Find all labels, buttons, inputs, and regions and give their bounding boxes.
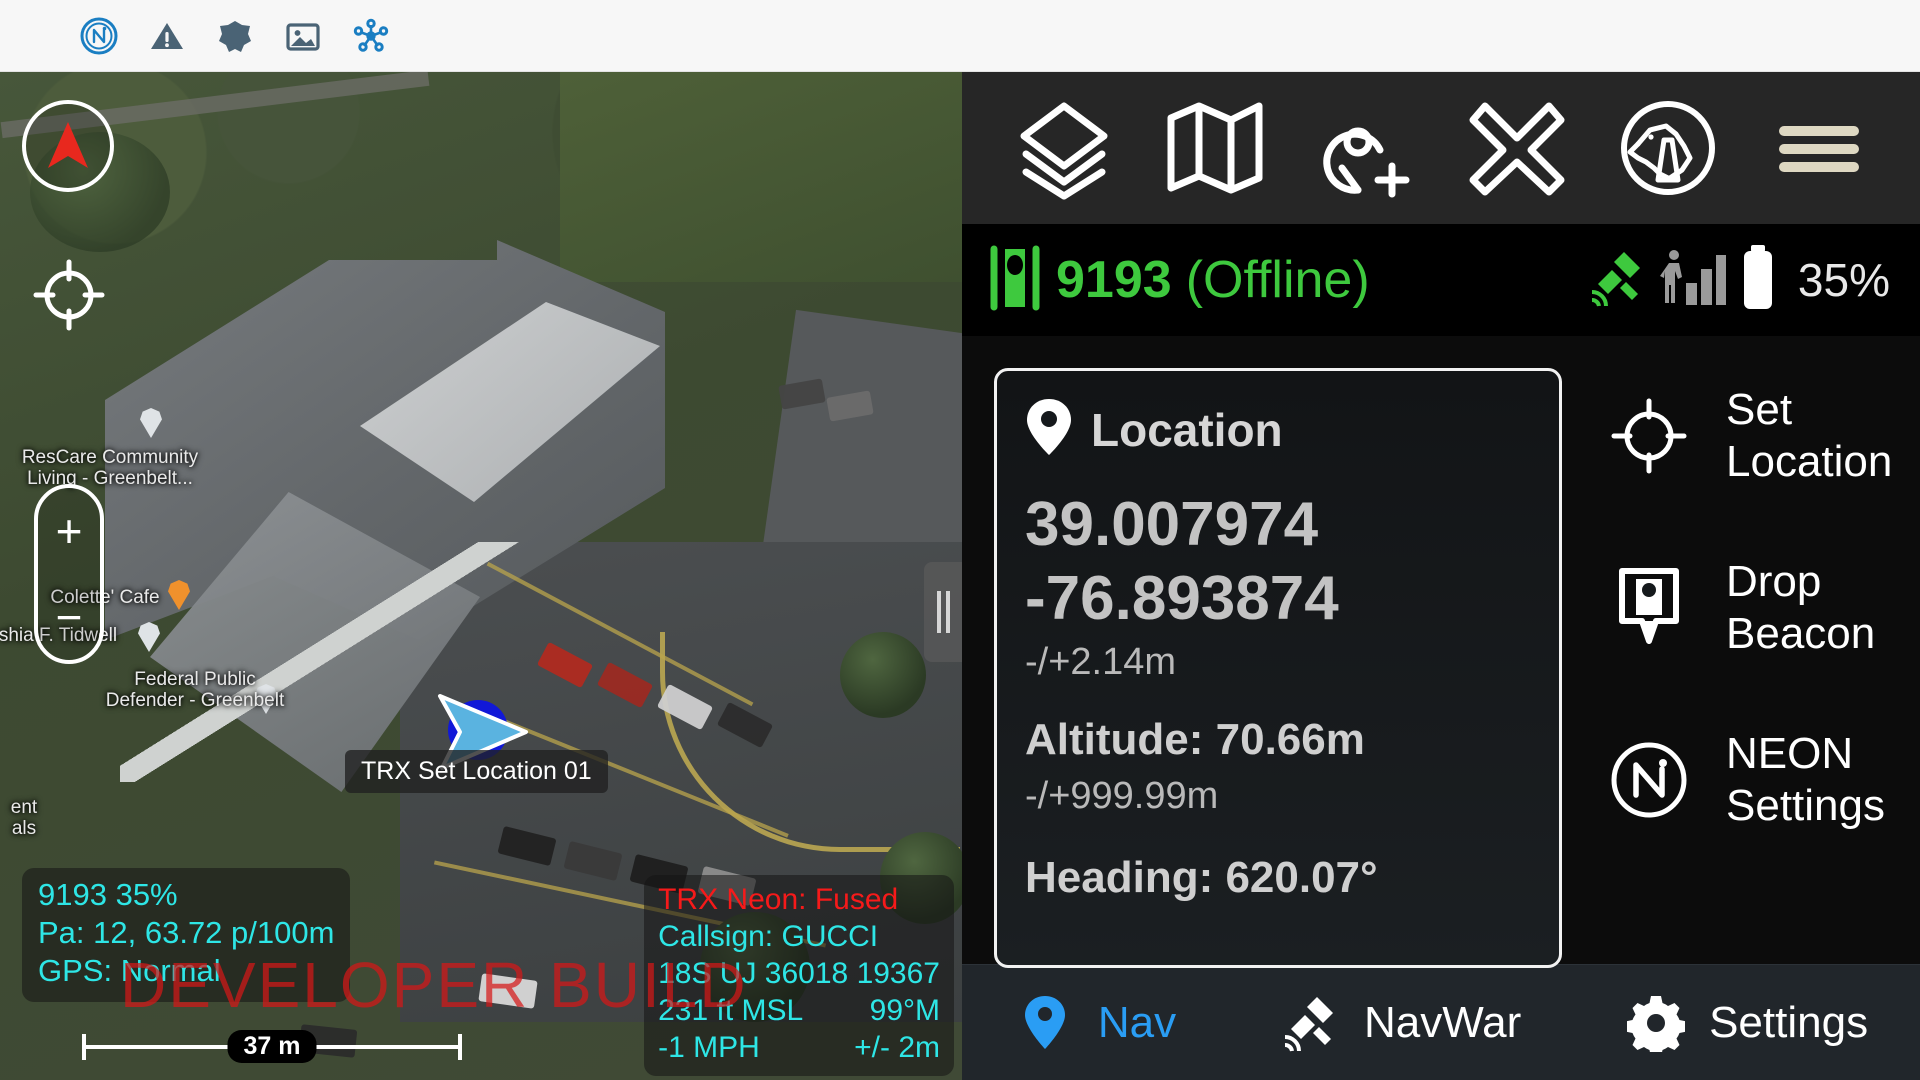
altitude-accuracy-value: -/+999.99m xyxy=(1025,775,1219,817)
warning-triangle-icon[interactable] xyxy=(144,13,190,59)
trx-neon-status: TRX Neon: Fused xyxy=(658,883,899,916)
map-view[interactable]: ResCare Community Living - Greenbelt... … xyxy=(0,72,962,1080)
zoom-control[interactable]: + − xyxy=(34,484,104,664)
telemetry-battery: 9193 35% xyxy=(38,877,178,912)
neon-settings-button[interactable]: NEON Settings xyxy=(1606,720,1894,840)
latitude-value: 39.007974 xyxy=(1025,490,1319,559)
nav-tab-label: Nav xyxy=(1097,997,1177,1047)
settings-tab-label: Settings xyxy=(1709,997,1869,1047)
panel-body: Location 39.007974 -76.893874 -/+2.14m A… xyxy=(962,336,1920,968)
app-root: ResCare Community Living - Greenbelt... … xyxy=(0,0,1920,1080)
map-scale-label: 37 m xyxy=(227,1030,317,1063)
trx-callsign: Callsign: GUCCI xyxy=(658,920,879,953)
map-telemetry-right: TRX Neon: Fused Callsign: GUCCI 18S UJ 3… xyxy=(644,875,954,1076)
neon-icon xyxy=(1606,737,1692,823)
compass-control[interactable] xyxy=(22,100,114,192)
neon-app-icon[interactable] xyxy=(76,13,122,59)
trx-heading: 99°M xyxy=(869,994,940,1027)
heading-value: Heading: 620.07° xyxy=(1025,853,1378,902)
device-status: (Offline) xyxy=(1185,251,1370,309)
layers-button[interactable] xyxy=(1008,92,1120,204)
horizontal-accuracy-value: -/+2.14m xyxy=(1025,641,1177,683)
k9-button[interactable] xyxy=(1612,92,1724,204)
trx-mgrs: 18S UJ 36018 19367 xyxy=(658,957,940,990)
image-icon[interactable] xyxy=(280,13,326,59)
location-card-title: Location xyxy=(1091,403,1283,456)
battery-icon xyxy=(1738,244,1778,316)
network-nodes-icon[interactable] xyxy=(348,13,394,59)
telemetry-gps: GPS: Normal xyxy=(38,953,221,988)
location-pin-icon xyxy=(1025,397,1073,462)
close-button[interactable] xyxy=(1461,92,1573,204)
navwar-tab-label: NavWar xyxy=(1363,997,1522,1047)
zoom-in-button[interactable]: + xyxy=(56,496,83,566)
telemetry-pace: Pa: 12, 63.72 p/100m xyxy=(38,915,335,950)
add-waypoint-button[interactable] xyxy=(1310,92,1422,204)
trx-altitude: 231 ft MSL xyxy=(658,994,804,1027)
altitude-value: Altitude: 70.66m xyxy=(1025,715,1365,764)
neon-settings-label: NEON Settings xyxy=(1726,729,1885,830)
gear-icon xyxy=(1625,992,1687,1054)
action-list: Set Location Drop Beacon NEON Settings xyxy=(1562,336,1920,964)
location-pin-icon xyxy=(1014,992,1076,1054)
set-location-button[interactable]: Set Location xyxy=(1606,376,1894,496)
satellite-icon xyxy=(1588,248,1648,313)
set-location-label: Set Location xyxy=(1726,385,1893,486)
right-panel: 9193 (Offline) 35% Location 39.007974 -7… xyxy=(962,72,1920,1080)
panel-drag-handle[interactable] xyxy=(924,562,962,662)
navwar-tab[interactable]: NavWar xyxy=(1262,992,1539,1054)
battery-percent: 35% xyxy=(1797,254,1890,306)
locate-control[interactable] xyxy=(30,256,108,334)
pedestrian-signal-icon xyxy=(1659,247,1726,314)
map-telemetry-left: 9193 35% Pa: 12, 63.72 p/100m GPS: Norma… xyxy=(22,868,351,1002)
drop-beacon-label: Drop Beacon xyxy=(1726,557,1876,658)
map-scale-bar: 37 m xyxy=(82,1030,462,1063)
android-status-bar xyxy=(0,0,1920,72)
trx-speed: -1 MPH xyxy=(658,1031,760,1064)
longitude-value: -76.893874 xyxy=(1025,564,1339,633)
crosshair-icon xyxy=(1606,393,1692,479)
menu-button[interactable] xyxy=(1763,92,1875,204)
location-card[interactable]: Location 39.007974 -76.893874 -/+2.14m A… xyxy=(994,368,1562,968)
marker-label: TRX Set Location 01 xyxy=(345,750,608,793)
map-button[interactable] xyxy=(1159,92,1271,204)
satellite-icon xyxy=(1280,992,1342,1054)
badge-alert-icon[interactable] xyxy=(212,13,258,59)
bottom-navigation: Nav NavWar Settings xyxy=(962,964,1920,1080)
trx-accuracy: +/- 2m xyxy=(854,1031,940,1064)
drop-beacon-button[interactable]: Drop Beacon xyxy=(1606,548,1894,668)
nav-tab[interactable]: Nav xyxy=(996,992,1194,1054)
settings-tab[interactable]: Settings xyxy=(1607,992,1886,1054)
device-status-bar: 9193 (Offline) 35% xyxy=(962,224,1920,336)
beacon-pin-icon xyxy=(1606,565,1692,651)
beacon-icon xyxy=(988,245,1042,316)
device-callsign: 9193 xyxy=(1056,251,1172,309)
zoom-out-button[interactable]: − xyxy=(56,582,83,652)
panel-toolbar xyxy=(962,72,1920,224)
